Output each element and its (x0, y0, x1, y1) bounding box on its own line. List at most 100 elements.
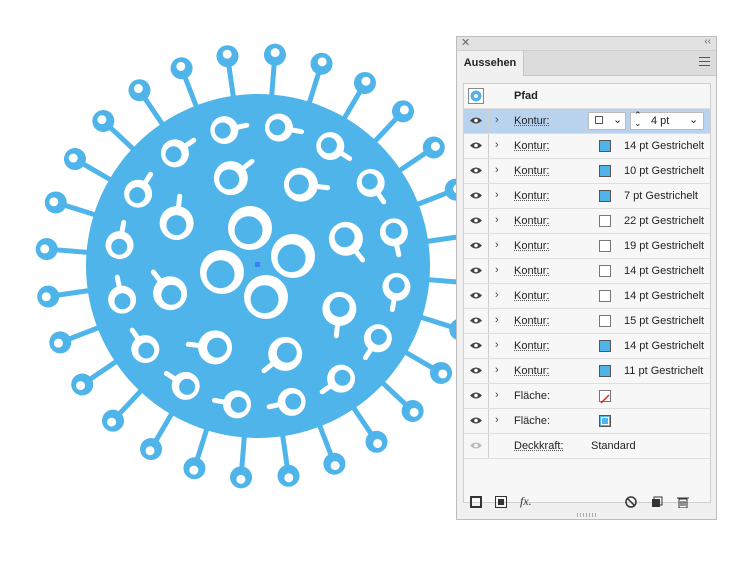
stepper-icon[interactable]: ⌃ ⌄ (634, 111, 642, 128)
visibility-toggle[interactable] (464, 259, 489, 283)
spike-head (449, 319, 456, 340)
visibility-toggle[interactable] (464, 384, 489, 408)
resize-grip[interactable] (577, 513, 597, 517)
stroke-row-selected[interactable]: › Kontur: ⌄ ⌃ ⌄ 4 pt ⌄ (464, 109, 710, 134)
visibility-toggle[interactable] (464, 184, 489, 208)
stroke-color-swatch[interactable] (599, 240, 611, 252)
expand-chevron-icon[interactable]: › (495, 264, 499, 276)
stroke-attribute-link[interactable]: Kontur: (514, 165, 549, 177)
spike-hole (399, 105, 409, 115)
duplicate-icon[interactable] (651, 496, 663, 508)
expand-chevron-icon[interactable]: › (495, 114, 499, 126)
stroke-color-swatch[interactable] (599, 365, 611, 377)
tab-aussehen[interactable]: Aussehen (457, 51, 524, 76)
expand-chevron-icon[interactable]: › (495, 289, 499, 301)
expand-chevron-icon[interactable]: › (495, 414, 499, 426)
stroke-row[interactable]: › Kontur: 19 pt Gestrichelt (464, 234, 710, 259)
stroke-color-swatch[interactable] (599, 290, 611, 302)
stroke-row[interactable]: › Kontur: 11 pt Gestrichelt (464, 359, 710, 384)
stroke-attribute-link[interactable]: Kontur: (514, 315, 549, 327)
spike-hole (41, 292, 51, 302)
expand-chevron-icon[interactable]: › (495, 239, 499, 251)
spike-hole (189, 465, 199, 475)
expand-chevron-icon[interactable]: › (495, 314, 499, 326)
path-header-row[interactable]: Pfad (464, 84, 710, 109)
opacity-attribute-link[interactable]: Deckkraft: (514, 440, 564, 452)
visibility-toggle[interactable] (464, 409, 489, 433)
stroke-attribute-link[interactable]: Kontur: (514, 290, 549, 302)
path-label: Pfad (514, 90, 538, 102)
opacity-row[interactable]: Deckkraft: Standard (464, 434, 710, 459)
visibility-toggle[interactable] (464, 209, 489, 233)
visibility-toggle[interactable] (464, 434, 489, 458)
stroke-value: 19 pt Gestrichelt (624, 240, 705, 252)
stroke-attribute-link[interactable]: Kontur: (514, 215, 549, 227)
stroke-row[interactable]: › Kontur: 22 pt Gestrichelt (464, 209, 710, 234)
visibility-toggle[interactable] (464, 109, 489, 133)
expand-chevron-icon[interactable]: › (495, 164, 499, 176)
stroke-row[interactable]: › Kontur: 14 pt Gestrichelt (464, 284, 710, 309)
stroke-attribute-link[interactable]: Kontur: (514, 365, 549, 377)
expand-chevron-icon[interactable]: › (495, 364, 499, 376)
eye-icon (470, 192, 482, 199)
expand-chevron-icon[interactable]: › (495, 214, 499, 226)
spike-hole (40, 244, 50, 254)
stroke-row[interactable]: › Kontur: 14 pt Gestrichelt (464, 334, 710, 359)
fill-row[interactable]: › Fläche: (464, 384, 710, 409)
spike-hole (438, 369, 448, 379)
stroke-row[interactable]: › Kontur: 15 pt Gestrichelt (464, 309, 710, 334)
stroke-attribute-link[interactable]: Kontur: (514, 190, 549, 202)
stroke-attribute-link[interactable]: Kontur: (514, 115, 549, 127)
visibility-toggle[interactable] (464, 234, 489, 258)
expand-chevron-icon[interactable]: › (495, 139, 499, 151)
stroke-row[interactable]: › Kontur: 10 pt Gestrichelt (464, 159, 710, 184)
spike-hole (76, 381, 86, 391)
expand-chevron-icon[interactable]: › (495, 339, 499, 351)
visibility-toggle[interactable] (464, 159, 489, 183)
visibility-toggle[interactable] (464, 334, 489, 358)
visibility-toggle[interactable] (464, 134, 489, 158)
panel-titlebar: ✕ ‹‹ (457, 36, 716, 51)
stroke-value: 15 pt Gestrichelt (624, 315, 705, 327)
stroke-color-swatch[interactable] (599, 190, 611, 202)
close-icon[interactable]: ✕ (461, 36, 470, 49)
stroke-color-dropdown[interactable]: ⌄ (588, 112, 626, 130)
fill-row[interactable]: › Fläche: (464, 409, 710, 434)
add-fill-icon[interactable] (495, 496, 507, 508)
stroke-weight-value[interactable]: 4 pt (651, 115, 669, 127)
stroke-row[interactable]: › Kontur: 14 pt Gestrichelt (464, 259, 710, 284)
fx-icon[interactable]: fx. (520, 494, 532, 509)
spike-hole (284, 473, 294, 483)
stroke-color-swatch[interactable] (599, 215, 611, 227)
panel-menu-icon[interactable] (699, 57, 710, 66)
trash-icon[interactable] (677, 496, 689, 508)
spike-hole (330, 461, 340, 471)
blue-fill-swatch-icon[interactable] (599, 415, 611, 427)
stroke-attribute-link[interactable]: Kontur: (514, 340, 549, 352)
stroke-weight-field[interactable]: ⌃ ⌄ 4 pt ⌄ (630, 111, 704, 130)
visibility-toggle[interactable] (464, 359, 489, 383)
collapse-icon[interactable]: ‹‹ (704, 36, 711, 47)
expand-chevron-icon[interactable]: › (495, 389, 499, 401)
stroke-color-swatch[interactable] (599, 340, 611, 352)
stroke-color-swatch[interactable] (599, 165, 611, 177)
virus-artwork[interactable] (0, 0, 456, 564)
stroke-row[interactable]: › Kontur: 14 pt Gestrichelt (464, 134, 710, 159)
stroke-color-swatch[interactable] (599, 315, 611, 327)
fill-attribute-label: Fläche: (514, 415, 551, 427)
visibility-toggle[interactable] (464, 284, 489, 308)
add-stroke-icon[interactable] (470, 496, 482, 508)
stroke-color-swatch[interactable] (599, 140, 611, 152)
chevron-down-icon[interactable]: ⌄ (689, 113, 698, 126)
expand-chevron-icon[interactable]: › (495, 189, 499, 201)
no-fill-swatch-icon[interactable] (599, 390, 611, 404)
clear-icon[interactable] (625, 496, 637, 508)
spike-hole (373, 438, 383, 448)
stroke-attribute-link[interactable]: Kontur: (514, 240, 549, 252)
spike-hole (236, 474, 246, 484)
stroke-attribute-link[interactable]: Kontur: (514, 265, 549, 277)
stroke-row[interactable]: › Kontur: 7 pt Gestrichelt (464, 184, 710, 209)
stroke-attribute-link[interactable]: Kontur: (514, 140, 549, 152)
stroke-color-swatch[interactable] (599, 265, 611, 277)
visibility-toggle[interactable] (464, 309, 489, 333)
